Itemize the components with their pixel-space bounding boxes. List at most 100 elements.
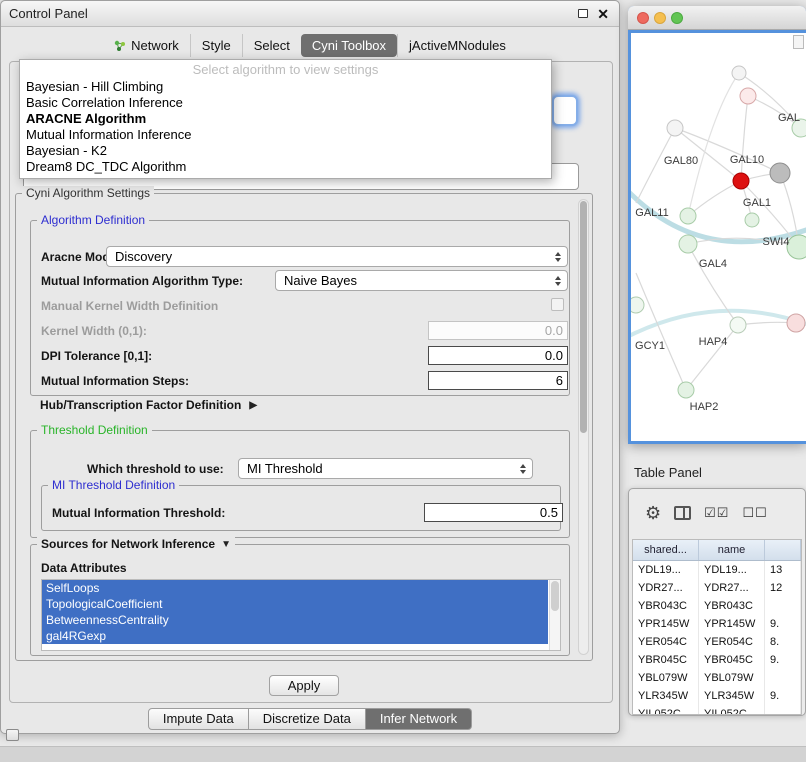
bottom-tab-infer-network[interactable]: Infer Network [366,708,472,730]
network-node[interactable] [667,120,683,136]
network-canvas-area[interactable]: GAL80GAL10GAL11GAL1SWI4GAL4GCY1HAP4HAP2G… [631,33,806,441]
column-layout-icon[interactable] [674,506,691,520]
settings-scrollbar-thumb[interactable] [580,201,587,433]
network-edge[interactable] [741,96,748,181]
network-node[interactable] [787,314,805,332]
manual-kernel-label: Manual Kernel Width Definition [41,299,218,313]
table-cell [765,597,801,615]
network-node-label: GAL [778,112,800,124]
mi-threshold-input[interactable] [424,503,563,522]
tab-cyni-toolbox[interactable]: Cyni Toolbox [301,34,397,57]
table-row[interactable]: YIL052CYIL052C [633,705,801,715]
network-window-titlebar[interactable] [628,6,806,30]
network-node[interactable] [745,213,759,227]
kernel-width-label: Kernel Width (0,1): [41,324,147,338]
table-cell: YLR345W [633,687,699,705]
desktop: Control Panel ✕ NetworkStyleSelectCyni T… [0,0,806,762]
collapse-arrow-icon[interactable]: ▼ [221,537,231,552]
bottom-tab-discretize-data[interactable]: Discretize Data [249,708,366,730]
algorithm-option[interactable]: Basic Correlation Inference [20,95,551,111]
select-all-columns-icon[interactable]: ☑☑ [704,505,729,521]
deselect-all-columns-icon[interactable]: ☐☐ [742,505,767,521]
tab-network[interactable]: Network [103,34,190,57]
table-row[interactable]: YER054CYER054C8. [633,633,801,651]
network-node[interactable] [787,235,806,259]
algorithm-option[interactable]: Mutual Information Inference [20,127,551,143]
sources-group-title[interactable]: Sources for Network Inference ▼ [37,537,235,552]
network-edge[interactable] [688,181,741,216]
network-node[interactable] [679,235,697,253]
settings-scrollbar[interactable] [578,199,589,655]
control-panel-window: Control Panel ✕ NetworkStyleSelectCyni T… [0,0,620,734]
tab-select[interactable]: Select [242,34,301,57]
network-edge[interactable] [686,325,738,390]
table-panel-title: Table Panel [634,465,702,480]
float-panel-icon[interactable] [578,9,588,18]
table-row[interactable]: YBR045CYBR045C9. [633,651,801,669]
algorithm-option[interactable]: Bayesian - Hill Climbing [20,79,551,95]
data-attribute-item[interactable]: SelfLoops [42,580,548,596]
network-node-label: HAP4 [699,336,728,348]
data-attribute-item[interactable]: BetweennessCentrality [42,612,548,628]
mi-type-select[interactable]: Naive Bayes [275,270,568,291]
table-row[interactable]: YPR145WYPR145W9. [633,615,801,633]
table-row[interactable]: YLR345WYLR345W9. [633,687,801,705]
network-node[interactable] [732,66,746,80]
data-attributes-label: Data Attributes [41,561,127,575]
table-column-header[interactable] [765,540,801,560]
algorithm-option[interactable]: ARACNE Algorithm [20,111,551,127]
mac-minimize-button[interactable] [654,12,666,24]
data-attribute-item[interactable]: gal4RGexp [42,628,548,644]
network-scrollbar[interactable] [793,35,804,49]
mi-steps-input[interactable] [428,371,568,390]
minimized-panel-icon[interactable] [6,729,19,741]
network-node[interactable] [631,297,644,313]
table-row[interactable]: YDR27...YDR27...12 [633,579,801,597]
table-cell: 9. [765,687,801,705]
table-column-header[interactable]: name [699,540,765,560]
network-node[interactable] [730,317,746,333]
network-node[interactable] [680,208,696,224]
table-cell: YDR27... [633,579,699,597]
algorithm-option[interactable]: Bayesian - K2 [20,143,551,159]
apply-button[interactable]: Apply [269,675,339,696]
tab-jactivemnodules[interactable]: jActiveMNodules [397,34,517,57]
table-row[interactable]: YBR043CYBR043C [633,597,801,615]
data-attributes-list[interactable]: SelfLoopsTopologicalCoefficientBetweenne… [41,579,561,651]
aracne-mode-select[interactable]: Discovery [106,246,568,267]
expand-arrow-icon[interactable]: ▶ [249,400,257,411]
table-cell: YIL052C [699,705,765,715]
manual-kernel-checkbox[interactable] [551,298,564,311]
table-row[interactable]: YDL19...YDL19...13 [633,561,801,579]
table-column-header[interactable]: shared... [633,540,699,560]
control-panel-titlebar[interactable]: Control Panel ✕ [1,1,619,27]
which-threshold-select[interactable]: MI Threshold [238,458,533,479]
attribute-list-scrollbar[interactable] [549,580,560,650]
network-node[interactable] [740,88,756,104]
table-cell: 9. [765,651,801,669]
obscured-focused-field [552,95,578,126]
mac-close-button[interactable] [637,12,649,24]
hub-definition-section[interactable]: Hub/Transcription Factor Definition ▶ [40,398,257,412]
close-panel-icon[interactable]: ✕ [597,5,609,23]
dpi-tolerance-input[interactable] [428,346,568,365]
table-cell: 8. [765,633,801,651]
network-canvas[interactable]: GAL80GAL10GAL11GAL1SWI4GAL4GCY1HAP4HAP2G… [631,33,806,441]
attribute-list-scrollbar-thumb[interactable] [551,581,559,611]
bottom-tab-impute-data[interactable]: Impute Data [148,708,249,730]
gear-icon[interactable]: ⚙ [645,503,661,523]
tab-style[interactable]: Style [190,34,242,57]
table-row[interactable]: YBL079WYBL079W [633,669,801,687]
algorithm-dropdown-popup: Select algorithm to view settings Bayesi… [19,59,552,179]
network-node[interactable] [733,173,749,189]
network-node-label: GAL4 [699,258,727,270]
algorithm-definition-title: Algorithm Definition [37,213,149,228]
algorithm-option[interactable]: Dream8 DC_TDC Algorithm [20,159,551,175]
network-edge[interactable] [636,273,686,390]
mac-zoom-button[interactable] [671,12,683,24]
data-attribute-item[interactable]: TopologicalCoefficient [42,596,548,612]
network-node[interactable] [678,382,694,398]
threshold-definition-title: Threshold Definition [37,423,152,438]
network-node[interactable] [770,163,790,183]
network-tab-icon [114,40,126,52]
